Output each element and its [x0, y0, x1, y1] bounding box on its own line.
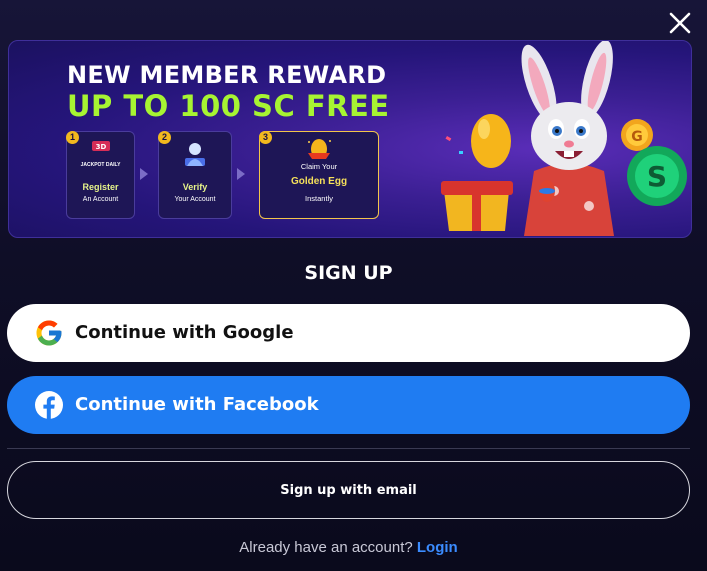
divider — [7, 448, 690, 449]
step-number: 3 — [259, 131, 272, 144]
step-caption: An Account — [82, 196, 119, 203]
golden-egg-icon — [308, 139, 331, 159]
step-register: 1 3D JACKPOT DAILY Register An Account — [66, 131, 135, 219]
signup-with-email-button[interactable]: Sign up with email — [7, 461, 690, 519]
signup-heading: SIGN UP — [304, 262, 393, 284]
facebook-icon — [35, 391, 63, 419]
continue-with-google-button[interactable]: Continue with Google — [7, 304, 690, 362]
close-icon[interactable] — [665, 8, 695, 38]
step-verify: 2 Verify Your Account — [158, 131, 232, 219]
step-badge: JACKPOT DAILY — [80, 162, 121, 168]
banner-subtitle: UP TO 100 SC FREE — [67, 89, 390, 123]
step-number: 2 — [158, 131, 171, 144]
step-claim: 3 Claim Your Golden Egg Instantly — [259, 131, 379, 219]
step-title: Golden Egg — [290, 176, 348, 187]
promo-banner: NEW MEMBER REWARD UP TO 100 SC FREE 1 3D… — [8, 40, 692, 238]
step-arrow — [140, 168, 148, 180]
svg-text:S: S — [647, 160, 667, 193]
step-number: 1 — [66, 131, 79, 144]
step-caption: Your Account — [174, 196, 216, 203]
google-icon — [36, 320, 62, 346]
step-title: Verify — [182, 182, 208, 192]
continue-with-facebook-button[interactable]: Continue with Facebook — [7, 376, 690, 434]
email-button-label: Sign up with email — [280, 483, 417, 498]
step-caption: Instantly — [305, 194, 333, 203]
banner-title: NEW MEMBER REWARD — [67, 61, 387, 89]
signup-modal: NEW MEMBER REWARD UP TO 100 SC FREE 1 3D… — [0, 0, 707, 571]
step-title: Register — [82, 182, 119, 192]
login-link[interactable]: Login — [417, 539, 458, 556]
login-prompt-text: Already have an account? — [239, 539, 413, 556]
verify-user-icon — [185, 143, 205, 166]
step-intro: Claim Your — [300, 162, 338, 171]
svg-text:G: G — [631, 129, 643, 145]
facebook-button-label: Continue with Facebook — [75, 394, 319, 415]
svg-text:3D: 3D — [95, 143, 106, 151]
login-prompt: Already have an account? Login — [0, 539, 697, 556]
jackpot-daily-icon: 3D — [91, 141, 110, 151]
google-button-label: Continue with Google — [75, 322, 294, 343]
bunny-mascot: G S — [441, 41, 687, 236]
step-arrow — [237, 168, 245, 180]
